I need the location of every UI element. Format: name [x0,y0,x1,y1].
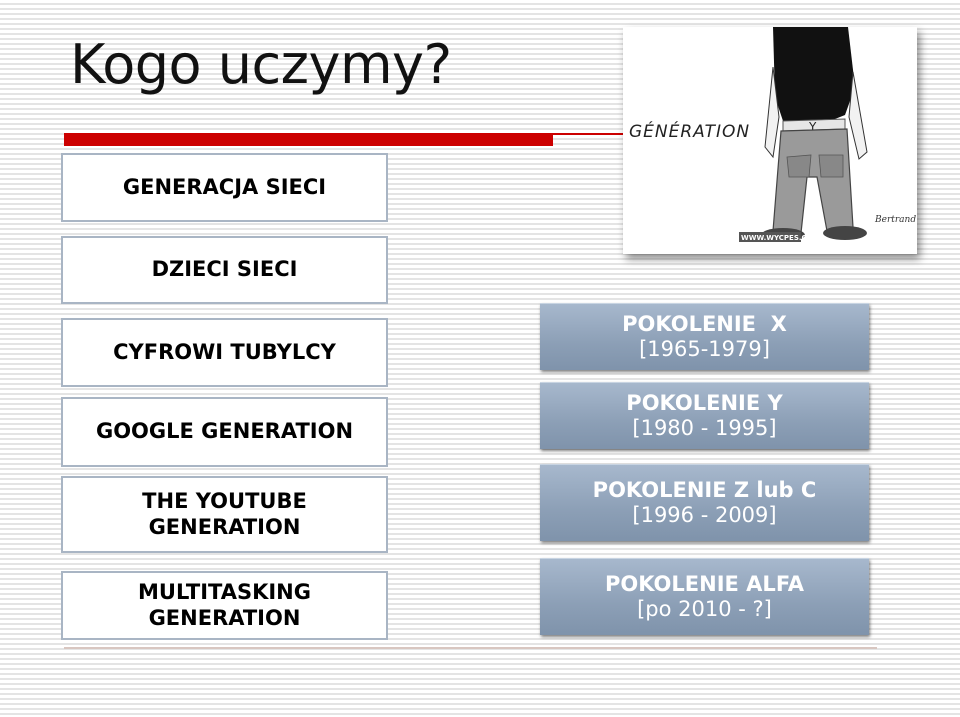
term-label-line1: MULTITASKING [138,580,311,605]
term-box-cyfrowi-tubylcy: CYFROWI TUBYLCY [61,318,388,387]
term-box-google-generation: GOOGLE GENERATION [61,397,388,467]
generation-years: [po 2010 - ?] [637,597,772,621]
term-label-line1: THE YOUTUBE [142,489,307,514]
signature: Bertrand 2008 [874,215,917,225]
generation-box-y: POKOLENIE Y [1980 - 1995] [540,382,869,449]
term-label: GOOGLE GENERATION [95,419,354,444]
caption-text: GÉNÉRATION [629,120,750,142]
term-label: CYFROWI TUBYLCY [113,339,336,364]
generation-name: POKOLENIE X [622,311,787,336]
generation-years: [1996 - 2009] [632,503,777,527]
generation-box-alfa: POKOLENIE ALFA [po 2010 - ?] [540,558,869,635]
term-label-line2: GENERATION [148,605,301,630]
term-box-generacja-sieci: GENERACJA SIECI [61,153,388,222]
watermark: WWW.WYCPES.COM [741,234,820,242]
term-box-dzieci-sieci: DZIECI SIECI [61,236,388,304]
term-label: GENERACJA SIECI [122,174,327,199]
title-underline-line [553,133,623,135]
generation-box-x: POKOLENIE X [1965-1979] [540,303,869,370]
cartoon-illustration: Y GÉNÉRATION WWW.WYCPES.COM Bertrand 200… [623,27,917,254]
title-underline-bar [64,133,553,146]
generation-name: POKOLENIE Z lub C [592,477,817,502]
generation-years: [1965-1979] [639,337,770,361]
generation-box-z: POKOLENIE Z lub C [1996 - 2009] [540,464,869,541]
generation-name: POKOLENIE ALFA [604,571,805,596]
term-box-multitasking-generation: MULTITASKING GENERATION [61,571,388,640]
generation-years: [1980 - 1995] [632,416,777,440]
generation-name: POKOLENIE Y [626,390,783,415]
term-label-line2: GENERATION [148,514,301,539]
term-box-youtube-generation: THE YOUTUBE GENERATION [61,476,388,553]
term-label: DZIECI SIECI [151,257,298,282]
footer-divider [64,647,877,649]
slide-title: Kogo uczymy? [70,33,452,96]
generation-y-cartoon: Y GÉNÉRATION WWW.WYCPES.COM Bertrand 200… [623,27,917,254]
